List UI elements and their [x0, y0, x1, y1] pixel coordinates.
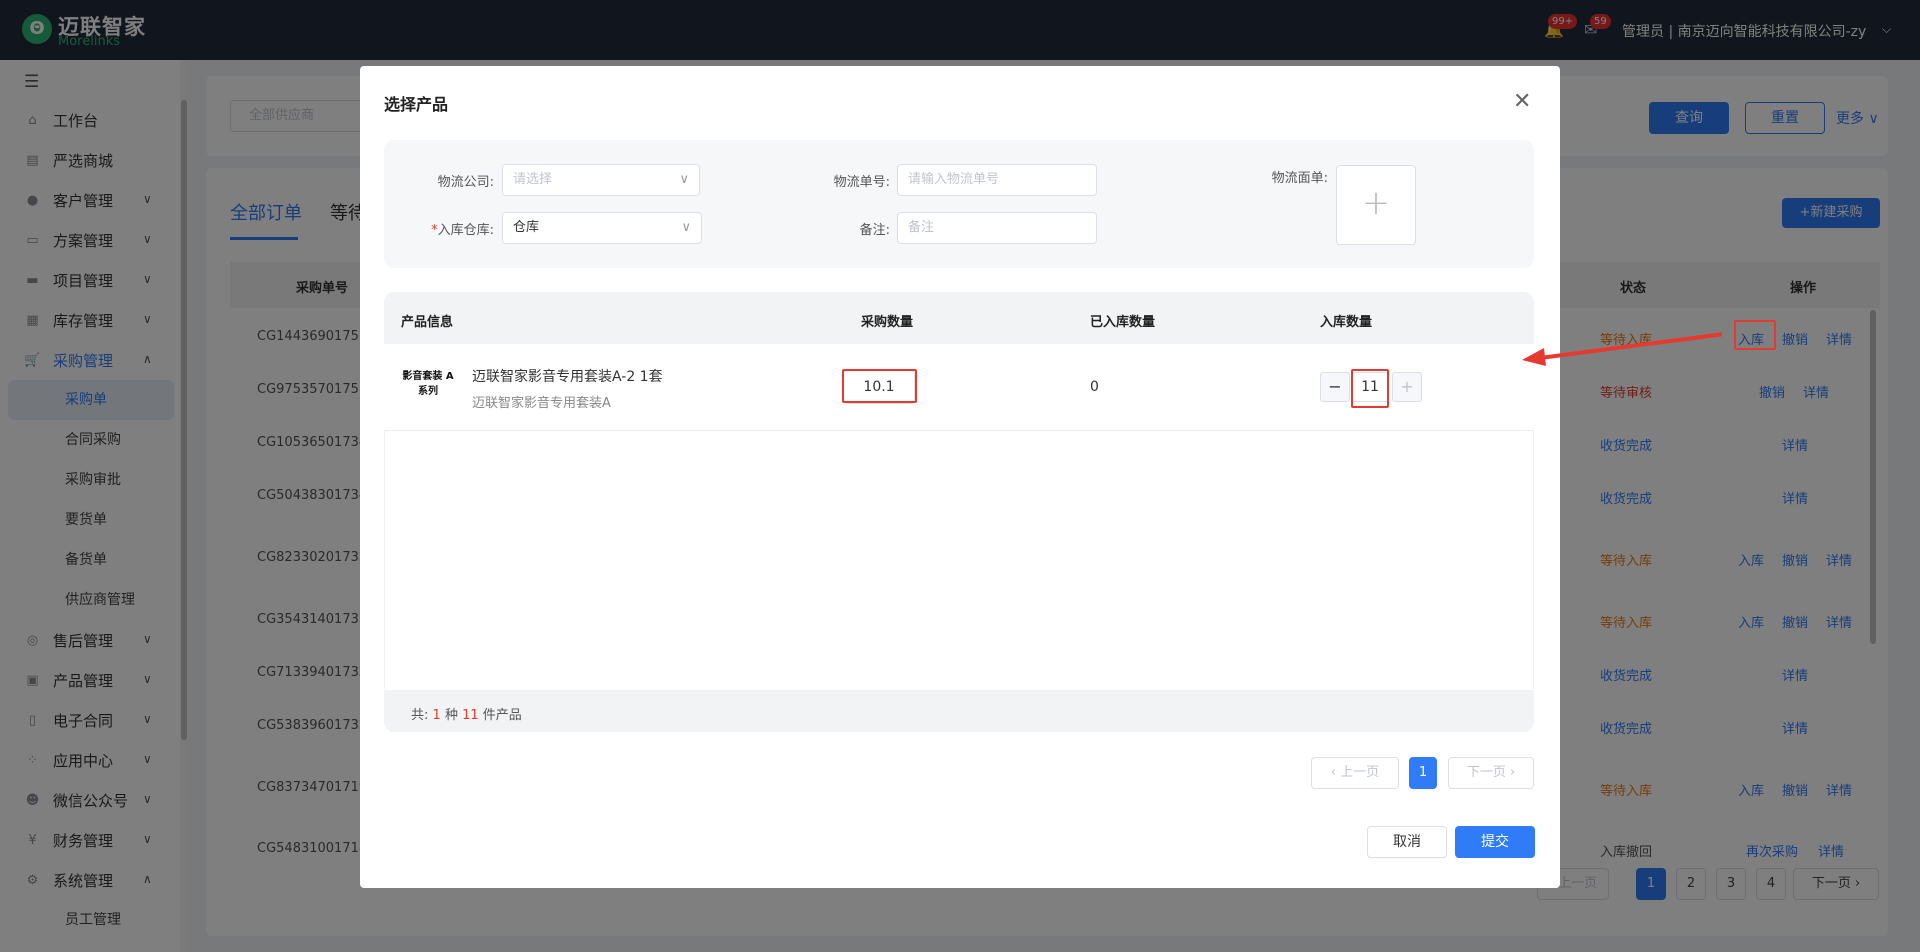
remark-input[interactable]: 备注 — [897, 212, 1097, 244]
tracking-no-input[interactable]: 请输入物流单号 — [897, 164, 1097, 196]
modal-next-page[interactable]: 下一页 › — [1448, 757, 1534, 789]
received-qty: 0 — [1090, 379, 1099, 395]
product-table-footer — [384, 690, 1534, 732]
tracking-no-label: 物流单号: — [833, 175, 890, 190]
col-header-received-qty: 已入库数量 — [1090, 315, 1156, 330]
col-header-product-info: 产品信息 — [401, 315, 454, 330]
product-name: 迈联智家影音专用套装A-2 1套 — [472, 369, 663, 385]
submit-button[interactable]: 提交 — [1455, 826, 1535, 858]
product-table-body — [384, 431, 1534, 689]
product-thumbnail: 影音套装 A系列 — [402, 371, 454, 397]
modal-prev-page[interactable]: ‹ 上一页 — [1311, 757, 1399, 789]
warehouse-select[interactable]: 仓库 ∨ — [502, 212, 702, 244]
warehouse-label: *入库仓库: — [431, 223, 494, 238]
increase-button[interactable]: + — [1392, 372, 1422, 402]
col-header-inbound-qty: 入库数量 — [1320, 315, 1373, 330]
col-header-purchase-qty: 采购数量 — [861, 315, 914, 330]
highlight-box — [842, 369, 917, 403]
cancel-button[interactable]: 取消 — [1367, 826, 1447, 858]
highlight-box — [1351, 369, 1389, 408]
logistics-company-select[interactable]: 请选择 ∨ — [502, 164, 700, 196]
remark-label: 备注: — [859, 223, 890, 238]
waybill-label: 物流面单: — [1271, 171, 1328, 186]
product-subtitle: 迈联智家影音专用套装A — [472, 396, 611, 411]
chevron-right-icon: › — [1509, 765, 1516, 780]
chevron-down-icon: ∨ — [679, 172, 689, 187]
chevron-left-icon: ‹ — [1330, 765, 1337, 780]
product-summary: 共: 1 种 11 件产品 — [411, 708, 522, 723]
logistics-company-label: 物流公司: — [437, 175, 494, 190]
chevron-down-icon: ∨ — [681, 220, 691, 235]
dialog-title: 选择产品 — [384, 95, 449, 114]
plus-icon: + — [1361, 183, 1391, 223]
annotation-arrow-icon — [1522, 332, 1722, 366]
decrease-button[interactable]: − — [1320, 372, 1350, 402]
waybill-upload[interactable]: + — [1336, 165, 1416, 245]
modal-page-1[interactable]: 1 — [1409, 757, 1437, 789]
close-icon[interactable]: ✕ — [1513, 89, 1531, 114]
highlight-box — [1734, 320, 1776, 350]
